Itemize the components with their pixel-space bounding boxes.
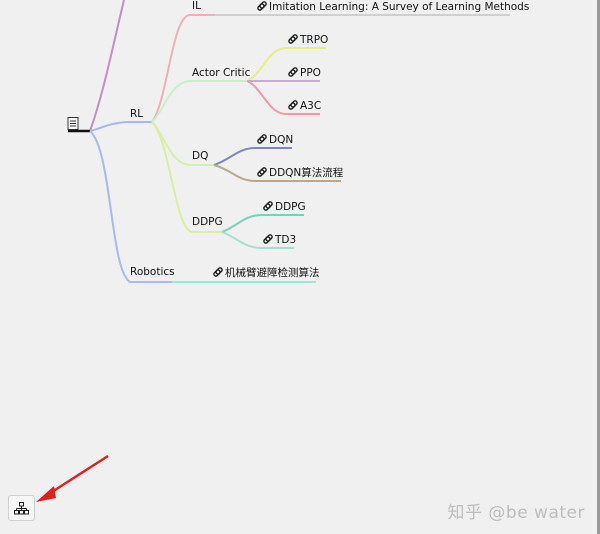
annotation-arrow <box>36 454 109 502</box>
structure-view-button[interactable] <box>8 495 35 521</box>
link-icon <box>288 34 298 44</box>
node-dq[interactable]: DQ <box>192 150 208 163</box>
leaf-label: Imitation Learning: A Survey of Learning… <box>269 1 530 13</box>
leaf-ddpg[interactable]: DDPG <box>262 200 306 214</box>
watermark: 知乎 @be water <box>447 503 585 523</box>
branch-line-actor-critic <box>151 80 247 123</box>
branch-line-rl <box>89 121 152 132</box>
leaf-trpo[interactable]: TRPO <box>287 33 328 47</box>
branch-line-top <box>89 0 125 132</box>
document-icon[interactable] <box>67 117 79 130</box>
node-actor-critic[interactable]: Actor Critic <box>192 67 250 80</box>
link-icon <box>257 1 267 11</box>
node-robotics[interactable]: Robotics <box>130 266 175 279</box>
link-icon <box>257 134 267 144</box>
branch-line-robotics <box>89 130 172 283</box>
link-icon <box>263 234 273 244</box>
leaf-ppo[interactable]: PPO <box>287 66 321 80</box>
leaf-label: DDPG <box>275 201 306 213</box>
leaf-ddqn[interactable]: DDQN算法流程 <box>256 166 343 180</box>
link-icon <box>288 100 298 110</box>
node-rl[interactable]: RL <box>130 108 143 121</box>
node-il[interactable]: IL <box>192 0 201 13</box>
leaf-label: TD3 <box>275 234 297 246</box>
leaf-td3[interactable]: TD3 <box>262 233 296 247</box>
node-ddpg-group[interactable]: DDPG <box>192 216 223 229</box>
hierarchy-icon <box>14 501 29 514</box>
leaf-label: DDQN算法流程 <box>269 167 344 179</box>
branch-line-dqn <box>213 147 292 166</box>
leaf-label: TRPO <box>300 34 329 46</box>
leaf-label: DQN <box>269 134 294 146</box>
leaf-robot-arm[interactable]: 机械臂避障检测算法 <box>212 266 320 280</box>
leaf-label: 机械臂避障检测算法 <box>225 267 320 279</box>
leaf-imitation-learning[interactable]: Imitation Learning: A Survey of Learning… <box>256 0 529 14</box>
leaf-a3c[interactable]: A3C <box>287 99 321 113</box>
leaf-dqn[interactable]: DQN <box>256 133 293 147</box>
link-icon <box>263 201 273 211</box>
branch-line-ddpg-leaf <box>221 214 304 233</box>
link-icon <box>213 267 223 277</box>
link-icon <box>257 167 267 177</box>
leaf-label: PPO <box>300 67 321 79</box>
leaf-label: A3C <box>300 100 322 112</box>
link-icon <box>288 67 298 77</box>
